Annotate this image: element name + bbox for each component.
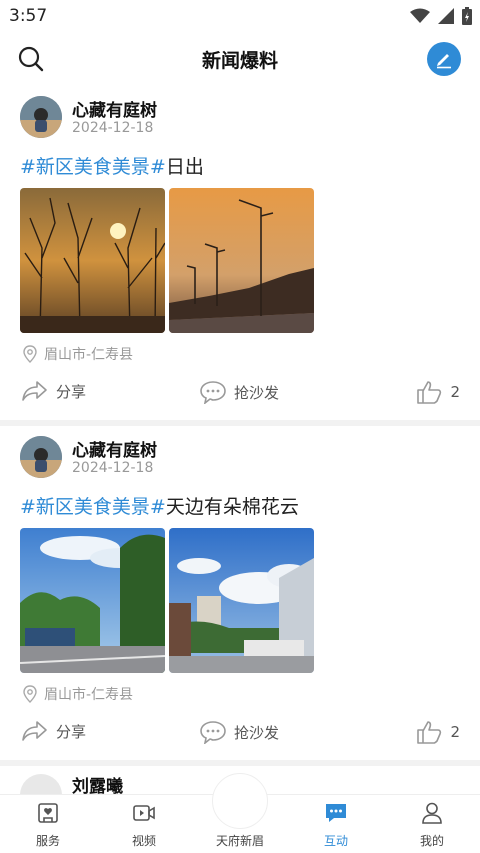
post-card[interactable]: 心藏有庭树 2024-12-18 #新区美食美景#天边有朵棉花云 眉山市-仁寿县… <box>0 424 480 754</box>
post-date: 2024-12-18 <box>72 460 154 476</box>
thumbs-up-icon <box>417 381 442 404</box>
service-icon <box>38 803 58 823</box>
post-content[interactable]: #新区美食美景#日出 <box>20 152 204 179</box>
share-button[interactable]: 分享 <box>22 720 86 742</box>
post-actions: 分享 抢沙发 2 <box>0 378 480 408</box>
signal-icon <box>438 8 454 24</box>
battery-icon <box>462 7 472 25</box>
post-text: 日出 <box>165 156 204 178</box>
share-icon <box>22 721 47 741</box>
post-card[interactable]: 心藏有庭树 2024-12-18 #新区美食美景#日出 眉山市-仁寿县 分享 抢… <box>0 84 480 414</box>
tab-interaction[interactable]: 互动 <box>288 795 384 853</box>
comment-label: 抢沙发 <box>234 383 280 402</box>
wifi-icon <box>410 8 430 23</box>
status-time: 3:57 <box>9 6 48 26</box>
post-author[interactable]: 心藏有庭树 <box>72 436 157 461</box>
post-image[interactable] <box>169 188 314 333</box>
location-pin-icon <box>23 685 37 703</box>
post-image[interactable] <box>169 528 314 673</box>
post-date: 2024-12-18 <box>72 120 154 136</box>
tab-label: 天府新眉 <box>215 834 264 848</box>
tab-video[interactable]: 视频 <box>96 795 192 853</box>
like-button[interactable]: 2 <box>416 720 460 744</box>
tab-service[interactable]: 服务 <box>0 795 96 853</box>
post-location: 眉山市-仁寿县 <box>22 344 133 364</box>
post-author[interactable]: 心藏有庭树 <box>72 96 157 121</box>
post-text: 天边有朵棉花云 <box>165 496 299 518</box>
like-count: 2 <box>450 383 460 401</box>
tab-label: 视频 <box>131 834 156 848</box>
bottom-tab-bar: 服务 视频 天府新眉 互动 我的 <box>0 773 480 853</box>
share-label: 分享 <box>56 382 87 401</box>
tab-label: 互动 <box>323 834 348 848</box>
like-count: 2 <box>450 723 460 741</box>
post-location-text: 眉山市-仁寿县 <box>44 347 134 363</box>
comment-label: 抢沙发 <box>234 723 280 742</box>
news-feed[interactable]: 心藏有庭树 2024-12-18 #新区美食美景#日出 眉山市-仁寿县 分享 抢… <box>0 84 480 794</box>
like-button[interactable]: 2 <box>416 380 460 404</box>
comment-icon <box>200 381 226 404</box>
post-topic-tag[interactable]: #新区美食美景# <box>20 156 166 178</box>
pencil-icon <box>437 54 451 69</box>
video-icon <box>133 805 155 821</box>
profile-icon <box>422 802 442 824</box>
avatar[interactable] <box>20 96 62 138</box>
avatar[interactable] <box>20 436 62 478</box>
post-content[interactable]: #新区美食美景#天边有朵棉花云 <box>20 492 299 519</box>
top-header: 新闻爆料 <box>0 34 480 84</box>
compose-button[interactable] <box>427 42 461 76</box>
tab-home[interactable]: 天府新眉 <box>192 795 288 853</box>
status-bar: 3:57 <box>0 0 480 34</box>
share-label: 分享 <box>56 722 87 741</box>
share-icon <box>22 381 47 401</box>
chat-icon <box>326 804 346 822</box>
post-author[interactable]: 刘露曦 <box>72 772 123 794</box>
avatar[interactable] <box>20 774 62 794</box>
page-title: 新闻爆料 <box>201 50 278 72</box>
post-image[interactable] <box>20 188 165 333</box>
post-location-text: 眉山市-仁寿县 <box>44 687 134 703</box>
post-actions: 分享 抢沙发 2 <box>0 718 480 748</box>
thumbs-up-icon <box>417 721 442 744</box>
post-topic-tag[interactable]: #新区美食美景# <box>20 496 166 518</box>
post-location: 眉山市-仁寿县 <box>22 684 133 704</box>
tab-profile[interactable]: 我的 <box>384 795 480 853</box>
tab-label: 服务 <box>35 834 60 848</box>
comment-button[interactable]: 抢沙发 <box>200 720 279 744</box>
status-icons <box>410 7 472 25</box>
share-button[interactable]: 分享 <box>22 380 86 402</box>
comment-button[interactable]: 抢沙发 <box>200 380 279 404</box>
location-pin-icon <box>23 345 37 363</box>
comment-icon <box>200 721 226 744</box>
tab-label: 我的 <box>419 834 444 848</box>
post-image[interactable] <box>20 528 165 673</box>
